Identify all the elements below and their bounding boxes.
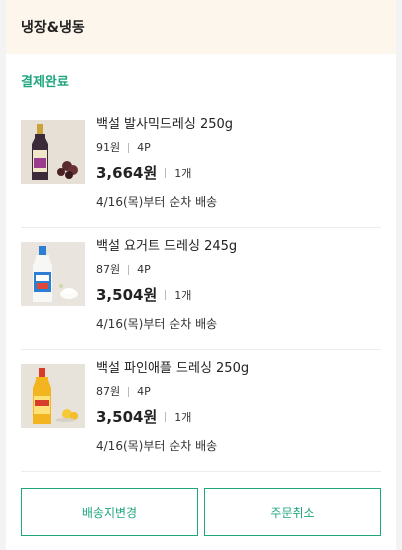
item-meta: 87원 4P xyxy=(96,262,381,278)
item-info: 백설 발사믹드레싱 250g 91원 4P 3,664원 1개 4/16(목)부… xyxy=(96,116,381,210)
item-meta: 91원 4P xyxy=(96,140,381,156)
item-price: 3,504원 xyxy=(96,286,158,304)
item-quantity: 1개 xyxy=(174,289,192,302)
price-row: 3,504원 1개 xyxy=(96,406,381,428)
cancel-order-button[interactable]: 주문취소 xyxy=(204,488,381,536)
item-meta: 87원 4P xyxy=(96,384,381,400)
price-row: 3,664원 1개 xyxy=(96,162,381,184)
divider xyxy=(128,143,130,153)
item-price: 3,664원 xyxy=(96,164,158,182)
category-header: 냉장&냉동 xyxy=(6,0,396,54)
item-price: 3,504원 xyxy=(96,408,158,426)
order-card: 냉장&냉동 결제완료 백설 발사믹드레싱 250g 91원 4P 3,664원 … xyxy=(6,0,396,550)
divider xyxy=(128,265,130,275)
shipping-info: 4/16(목)부터 순차 배송 xyxy=(96,439,218,453)
balsamic-bottle-image xyxy=(21,120,85,184)
product-name[interactable]: 백설 파인애플 드레싱 250g xyxy=(96,360,381,378)
divider xyxy=(165,168,167,178)
product-name[interactable]: 백설 발사믹드레싱 250g xyxy=(96,116,381,134)
change-address-button[interactable]: 배송지변경 xyxy=(21,488,198,536)
unit-price: 87원 xyxy=(96,385,121,398)
price-row: 3,504원 1개 xyxy=(96,284,381,306)
product-thumbnail[interactable] xyxy=(21,242,85,306)
order-item[interactable]: 백설 요거트 드레싱 245g 87원 4P 3,504원 1개 4/16(목)… xyxy=(21,228,381,350)
item-quantity: 1개 xyxy=(174,411,192,424)
unit-price: 87원 xyxy=(96,263,121,276)
reward-points: 4P xyxy=(137,263,151,276)
order-status-label: 결제완료 xyxy=(21,74,69,90)
product-thumbnail[interactable] xyxy=(21,120,85,184)
divider xyxy=(128,387,130,397)
shipping-info: 4/16(목)부터 순차 배송 xyxy=(96,317,218,331)
order-actions: 배송지변경 주문취소 xyxy=(21,488,381,536)
divider xyxy=(165,412,167,422)
shipping-info: 4/16(목)부터 순차 배송 xyxy=(96,195,218,209)
yogurt-bottle-image xyxy=(21,242,85,306)
order-status: 결제완료 xyxy=(6,54,396,106)
item-info: 백설 요거트 드레싱 245g 87원 4P 3,504원 1개 4/16(목)… xyxy=(96,238,381,332)
reward-points: 4P xyxy=(137,141,151,154)
unit-price: 91원 xyxy=(96,141,121,154)
item-info: 백설 파인애플 드레싱 250g 87원 4P 3,504원 1개 4/16(목… xyxy=(96,360,381,454)
item-quantity: 1개 xyxy=(174,167,192,180)
category-title: 냉장&냉동 xyxy=(21,20,85,36)
order-item[interactable]: 백설 발사믹드레싱 250g 91원 4P 3,664원 1개 4/16(목)부… xyxy=(21,106,381,228)
product-name[interactable]: 백설 요거트 드레싱 245g xyxy=(96,238,381,256)
order-item[interactable]: 백설 파인애플 드레싱 250g 87원 4P 3,504원 1개 4/16(목… xyxy=(21,350,381,472)
product-thumbnail[interactable] xyxy=(21,364,85,428)
divider xyxy=(165,290,167,300)
pineapple-bottle-image xyxy=(21,364,85,428)
reward-points: 4P xyxy=(137,385,151,398)
